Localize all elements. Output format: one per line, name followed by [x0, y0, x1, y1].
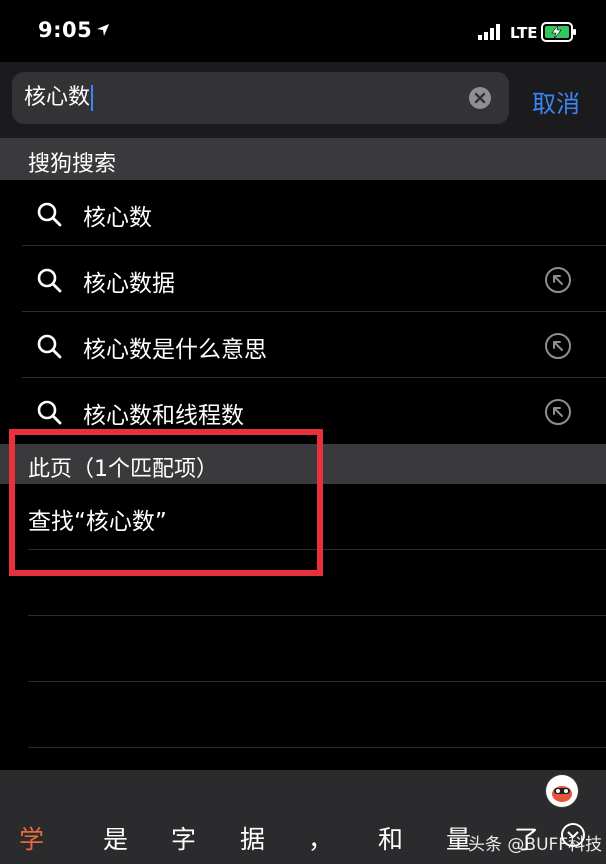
candidate-word[interactable]: 字 [171, 820, 196, 856]
find-on-page-item[interactable]: 查找“核心数” [0, 484, 606, 550]
cellular-signal-icon [478, 24, 502, 44]
section-header-search-engine: 搜狗搜索 [0, 138, 606, 180]
search-query: 核心数 [24, 85, 91, 110]
fill-search-arrow-icon[interactable] [544, 332, 572, 364]
network-type: LTE [510, 24, 538, 42]
watermark: 头条 @BUFF科技 [468, 835, 603, 855]
candidate-word[interactable]: 据 [240, 820, 265, 856]
suggestion-label: 核心数是什么意思 [83, 337, 267, 363]
search-icon [37, 202, 63, 232]
status-bar: 9:05 LTE [0, 0, 606, 62]
status-time: 9:05 [38, 18, 93, 42]
fill-search-arrow-icon[interactable] [544, 266, 572, 298]
battery-charging-icon [541, 22, 577, 46]
candidate-word[interactable]: 是 [103, 820, 128, 856]
section-title: 此页（1个匹配项） [28, 457, 218, 482]
section-header-this-page: 此页（1个匹配项） [0, 444, 606, 484]
search-icon [37, 400, 63, 430]
suggestion-item[interactable]: 核心数据 [0, 246, 606, 312]
suggestion-item[interactable]: 核心数是什么意思 [0, 312, 606, 378]
search-bar: 核心数 取消 [0, 62, 606, 138]
find-on-page-label: 查找“核心数” [28, 509, 167, 535]
suggestion-label: 核心数和线程数 [83, 403, 244, 429]
search-icon [37, 268, 63, 298]
divider [28, 549, 606, 550]
fill-search-arrow-icon[interactable] [544, 398, 572, 430]
suggestion-item[interactable]: 核心数和线程数 [0, 378, 606, 444]
sogou-logo-icon[interactable] [545, 774, 579, 808]
keyboard-candidate-bar: 学 是 字 据 ， 和 量 了 头条 @BUFF科技 [0, 770, 606, 864]
divider [28, 615, 606, 616]
candidate-word[interactable]: 学 [19, 820, 44, 856]
section-title: 搜狗搜索 [28, 152, 117, 177]
suggestion-label: 核心数 [83, 205, 152, 231]
search-input[interactable]: 核心数 [12, 72, 509, 124]
cancel-button[interactable]: 取消 [532, 84, 580, 119]
suggestion-item[interactable]: 核心数 [0, 180, 606, 246]
divider [28, 681, 606, 682]
keyboard-toolbar [0, 770, 606, 808]
clear-icon[interactable] [469, 87, 491, 109]
candidate-word[interactable]: 和 [378, 820, 403, 856]
text-cursor [91, 85, 94, 111]
candidate-word[interactable]: ， [308, 820, 333, 856]
search-icon [37, 334, 63, 364]
divider [28, 747, 606, 748]
location-arrow-icon [96, 22, 110, 41]
suggestion-label: 核心数据 [83, 271, 175, 297]
